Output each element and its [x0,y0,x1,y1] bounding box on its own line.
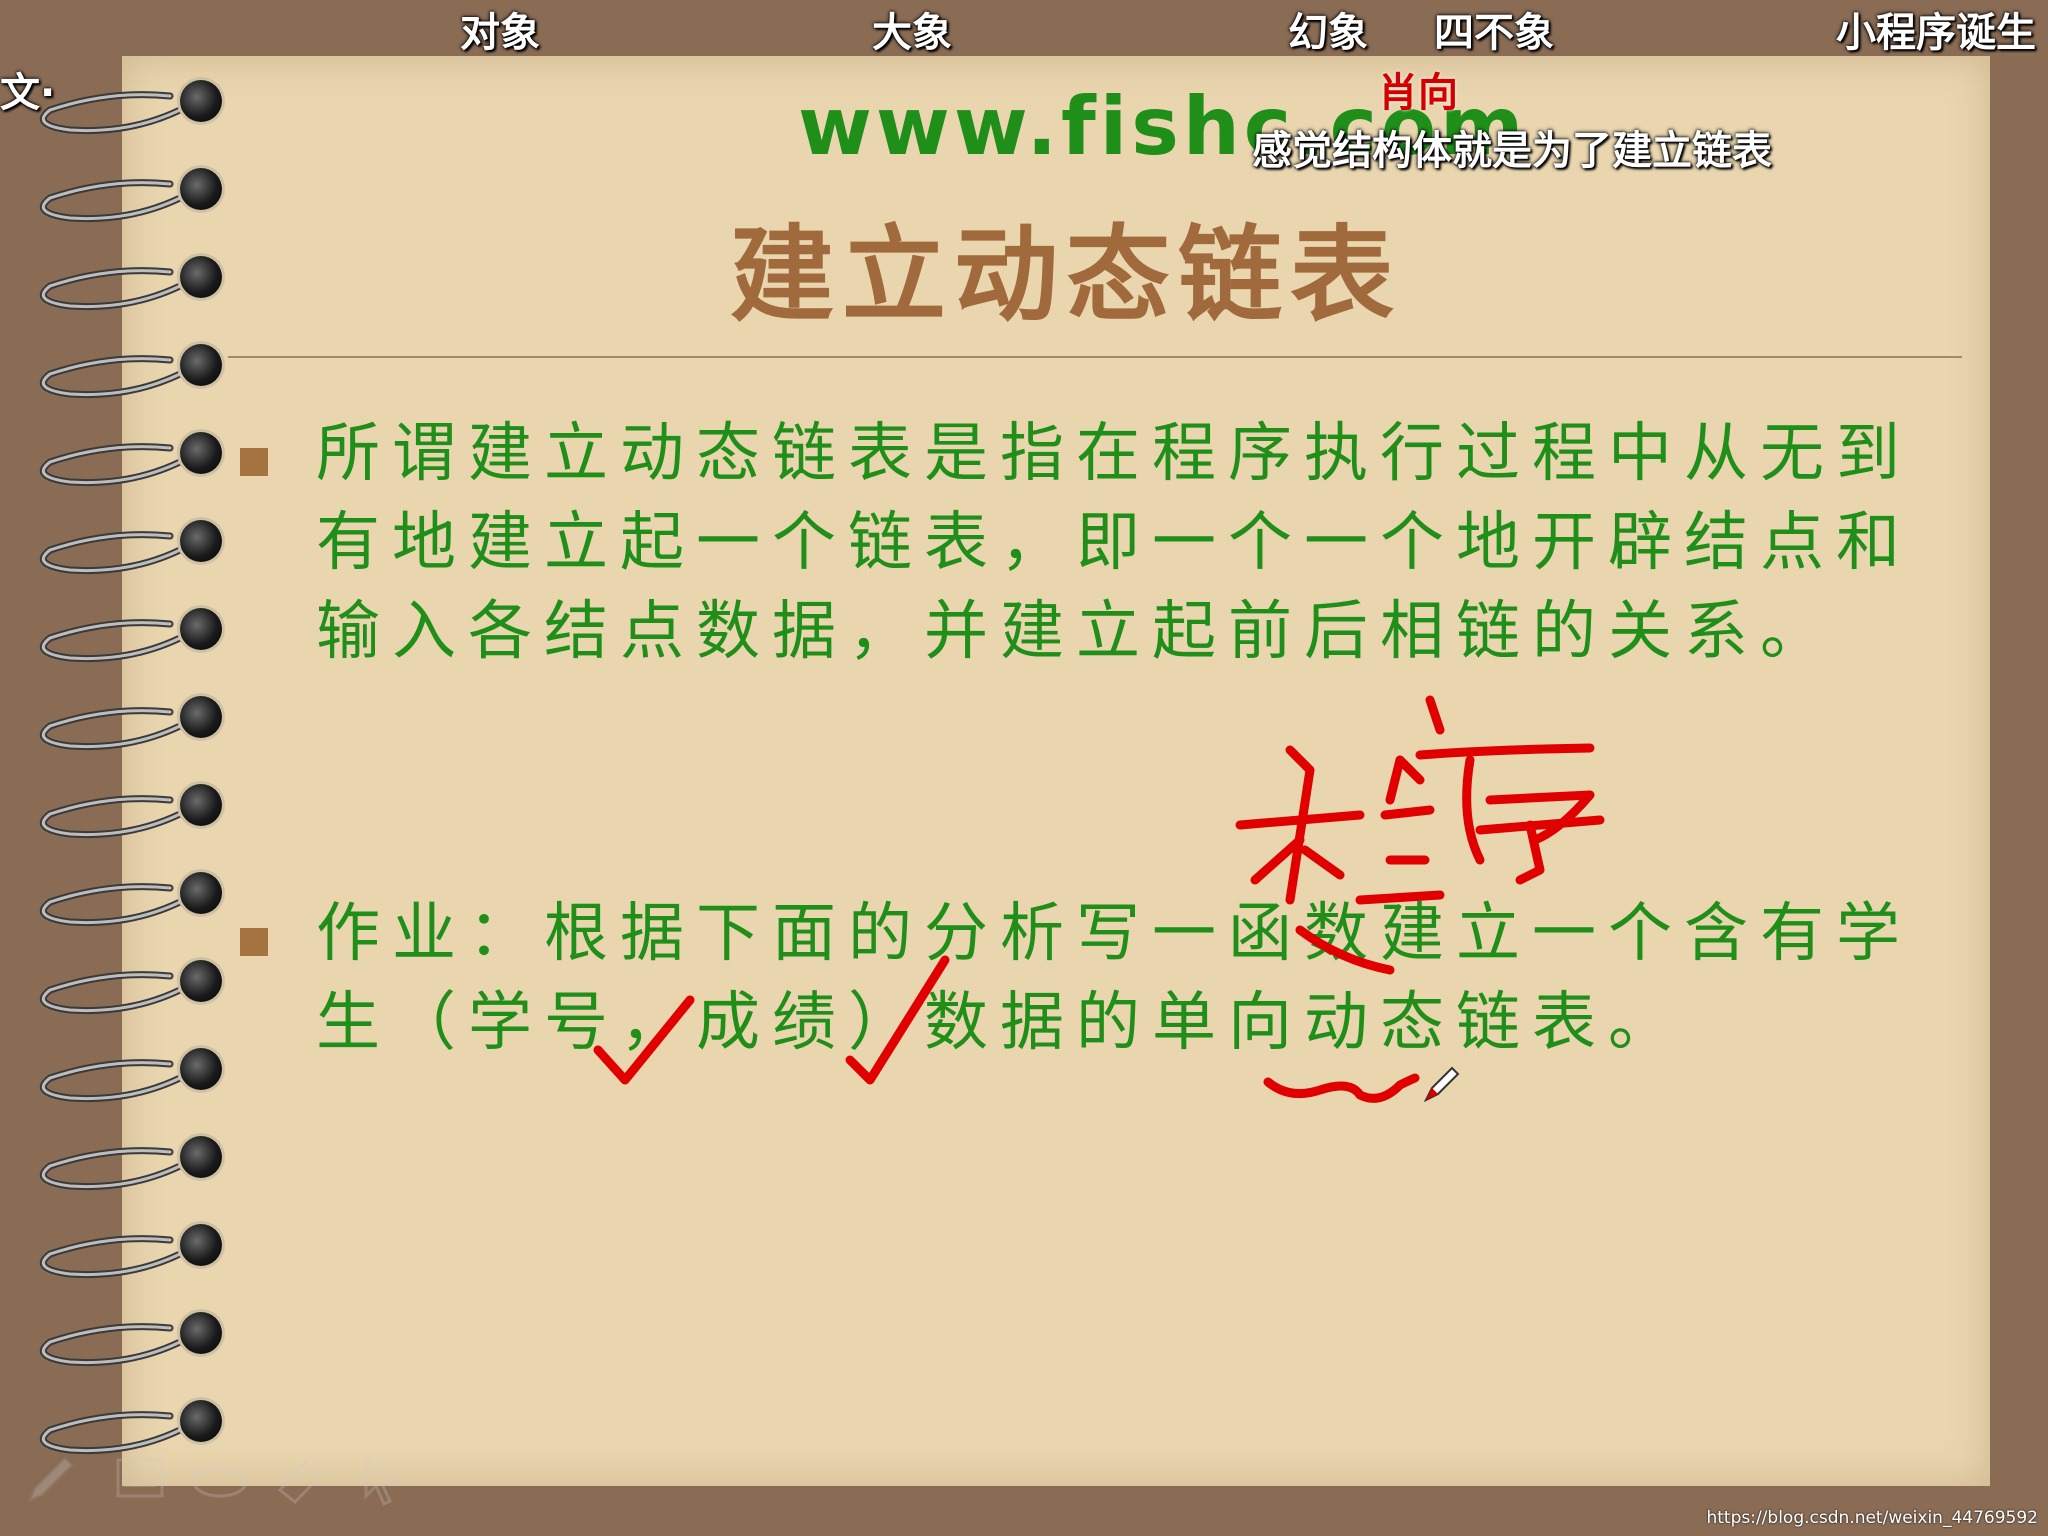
spiral-ring [30,422,222,492]
danmaku-comment: 大象 [872,10,952,56]
spiral-ring [30,334,222,404]
danmaku-comment: 感觉结构体就是为了建立链表 [1252,128,1772,174]
danmaku-comment: 肖向 [1378,70,1458,116]
spiral-ring [30,1038,222,1108]
spiral-ring [30,1302,222,1372]
title-divider [228,356,1962,358]
danmaku-comment: 小程序诞生 [1836,10,2036,56]
spiral-ring [30,1214,222,1284]
spiral-ring [30,1126,222,1196]
spiral-ring [30,598,222,668]
spiral-ring [30,246,222,316]
eraser-icon[interactable] [190,1450,250,1510]
spiral-ring [30,774,222,844]
spiral-ring [30,510,222,580]
arrow-icon[interactable] [350,1450,410,1510]
screen-icon[interactable] [110,1450,170,1510]
pen-cursor-icon [1423,1066,1460,1103]
highlighter-icon[interactable] [270,1450,330,1510]
danmaku-comment: 对象 [460,10,540,56]
danmaku-comment: 幻象 [1288,10,1368,56]
spiral-ring [30,862,222,932]
bullet-marker [240,928,268,956]
spiral-ring [30,158,222,228]
spiral-ring [30,686,222,756]
presentation-toolbar [20,1450,420,1520]
watermark: https://blog.csdn.net/weixin_44769592 [1706,1508,2038,1528]
spiral-ring [30,950,222,1020]
spiral-ring [30,70,222,140]
bullet-marker [240,448,268,476]
danmaku-comment: 四不象 [1434,10,1554,56]
spiral-binding [0,70,222,1470]
paragraph-homework: 作业：根据下面的分析写一函数建立一个含有学生（学号，成绩）数据的单向动态链表。 [316,897,1912,1060]
pen-icon[interactable] [20,1450,80,1510]
paragraph-definition: 所谓建立动态链表是指在程序执行过程中从无到有地建立起一个链表，即一个一个地开辟结… [316,417,1912,669]
danmaku-comment: 文· [0,70,56,116]
slide-title: 建立动态链表 [730,214,1403,336]
